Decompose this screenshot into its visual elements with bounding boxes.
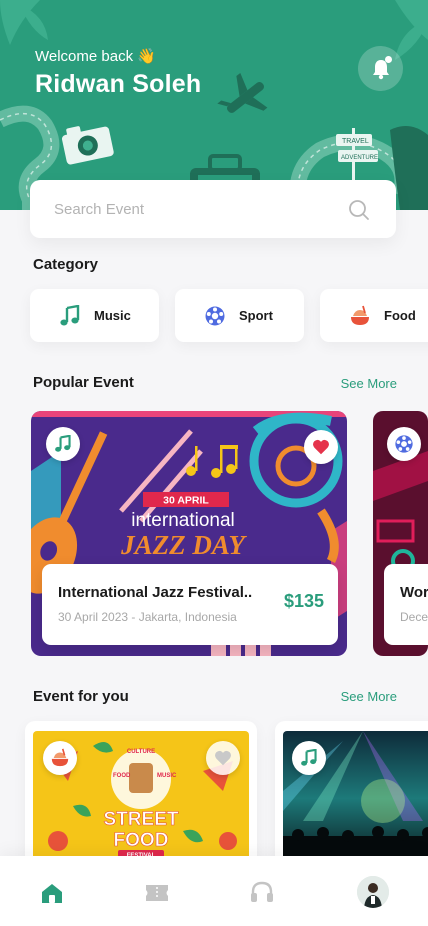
category-sport[interactable]: Sport [175,289,304,342]
headset-icon [251,881,273,902]
svg-text:FOOD: FOOD [114,830,169,851]
svg-text:international: international [131,510,235,531]
favorite-button[interactable] [206,741,240,775]
bottom-navigation [0,856,428,926]
svg-text:TRAVEL: TRAVEL [342,138,369,145]
soccer-ball-icon [203,304,227,328]
event-price: $135 [283,591,324,611]
heart-icon [215,750,231,766]
category-badge [46,427,80,461]
category-label: Food [384,308,416,323]
food-icon [51,748,69,767]
for-you-title: Event for you [33,688,129,705]
svg-text:STREET: STREET [104,809,179,830]
svg-text:FOOD: FOOD [113,773,131,779]
svg-text:30 APRIL: 30 APRIL [163,495,209,507]
nav-tickets[interactable] [140,876,174,910]
welcome-text: Welcome back 👋 [35,48,156,65]
user-photo [357,876,389,908]
food-icon [348,304,372,328]
music-note-icon [55,435,71,452]
event-info-panel: Wor Dece [384,564,428,645]
music-note-icon [301,749,317,766]
category-music[interactable]: Music [30,289,159,342]
for-you-see-more-link[interactable]: See More [341,689,397,704]
event-date-location: Dece [400,610,428,624]
svg-text:ADVENTURE: ADVENTURE [341,155,378,161]
notification-dot [385,56,392,63]
event-name: International Jazz Festival.. [58,584,253,601]
heart-icon [313,439,329,455]
ticket-icon [146,885,168,901]
header: TRAVEL ADVENTURE Welcome back 👋 Ridwan S… [0,0,428,210]
travel-illustration: TRAVEL ADVENTURE [0,0,428,210]
event-name: Wor [400,584,428,601]
soccer-ball-icon [395,435,413,453]
category-badge [292,741,326,775]
svg-text:JAZZ DAY: JAZZ DAY [120,530,247,560]
category-label: Music [94,308,131,323]
svg-text:CULTURE: CULTURE [127,749,155,755]
favorite-button[interactable] [304,430,338,464]
popular-event-card[interactable]: 30 APRIL international JAZZ DAY Internat… [31,411,347,656]
search-icon[interactable] [348,199,370,221]
user-name: Ridwan Soleh [35,70,202,98]
home-icon [42,884,62,903]
popular-title: Popular Event [33,374,134,391]
category-badge [43,741,77,775]
nav-support[interactable] [245,876,279,910]
search-input[interactable] [54,200,334,218]
svg-text:MUSIC: MUSIC [157,773,177,779]
category-label: Sport [239,308,273,323]
category-food[interactable]: Food [320,289,428,342]
search-bar[interactable] [30,180,396,238]
event-info-panel: International Jazz Festival.. 30 April 2… [42,564,338,645]
category-badge [387,427,421,461]
music-note-icon [58,304,82,328]
event-date-location: 30 April 2023 - Jakarta, Indonesia [58,610,237,624]
nav-home[interactable] [35,876,69,910]
notification-button[interactable] [358,46,403,91]
popular-event-card[interactable]: Wor Dece [373,411,428,656]
popular-see-more-link[interactable]: See More [341,376,397,391]
category-title: Category [33,256,99,273]
profile-avatar[interactable] [357,876,389,908]
